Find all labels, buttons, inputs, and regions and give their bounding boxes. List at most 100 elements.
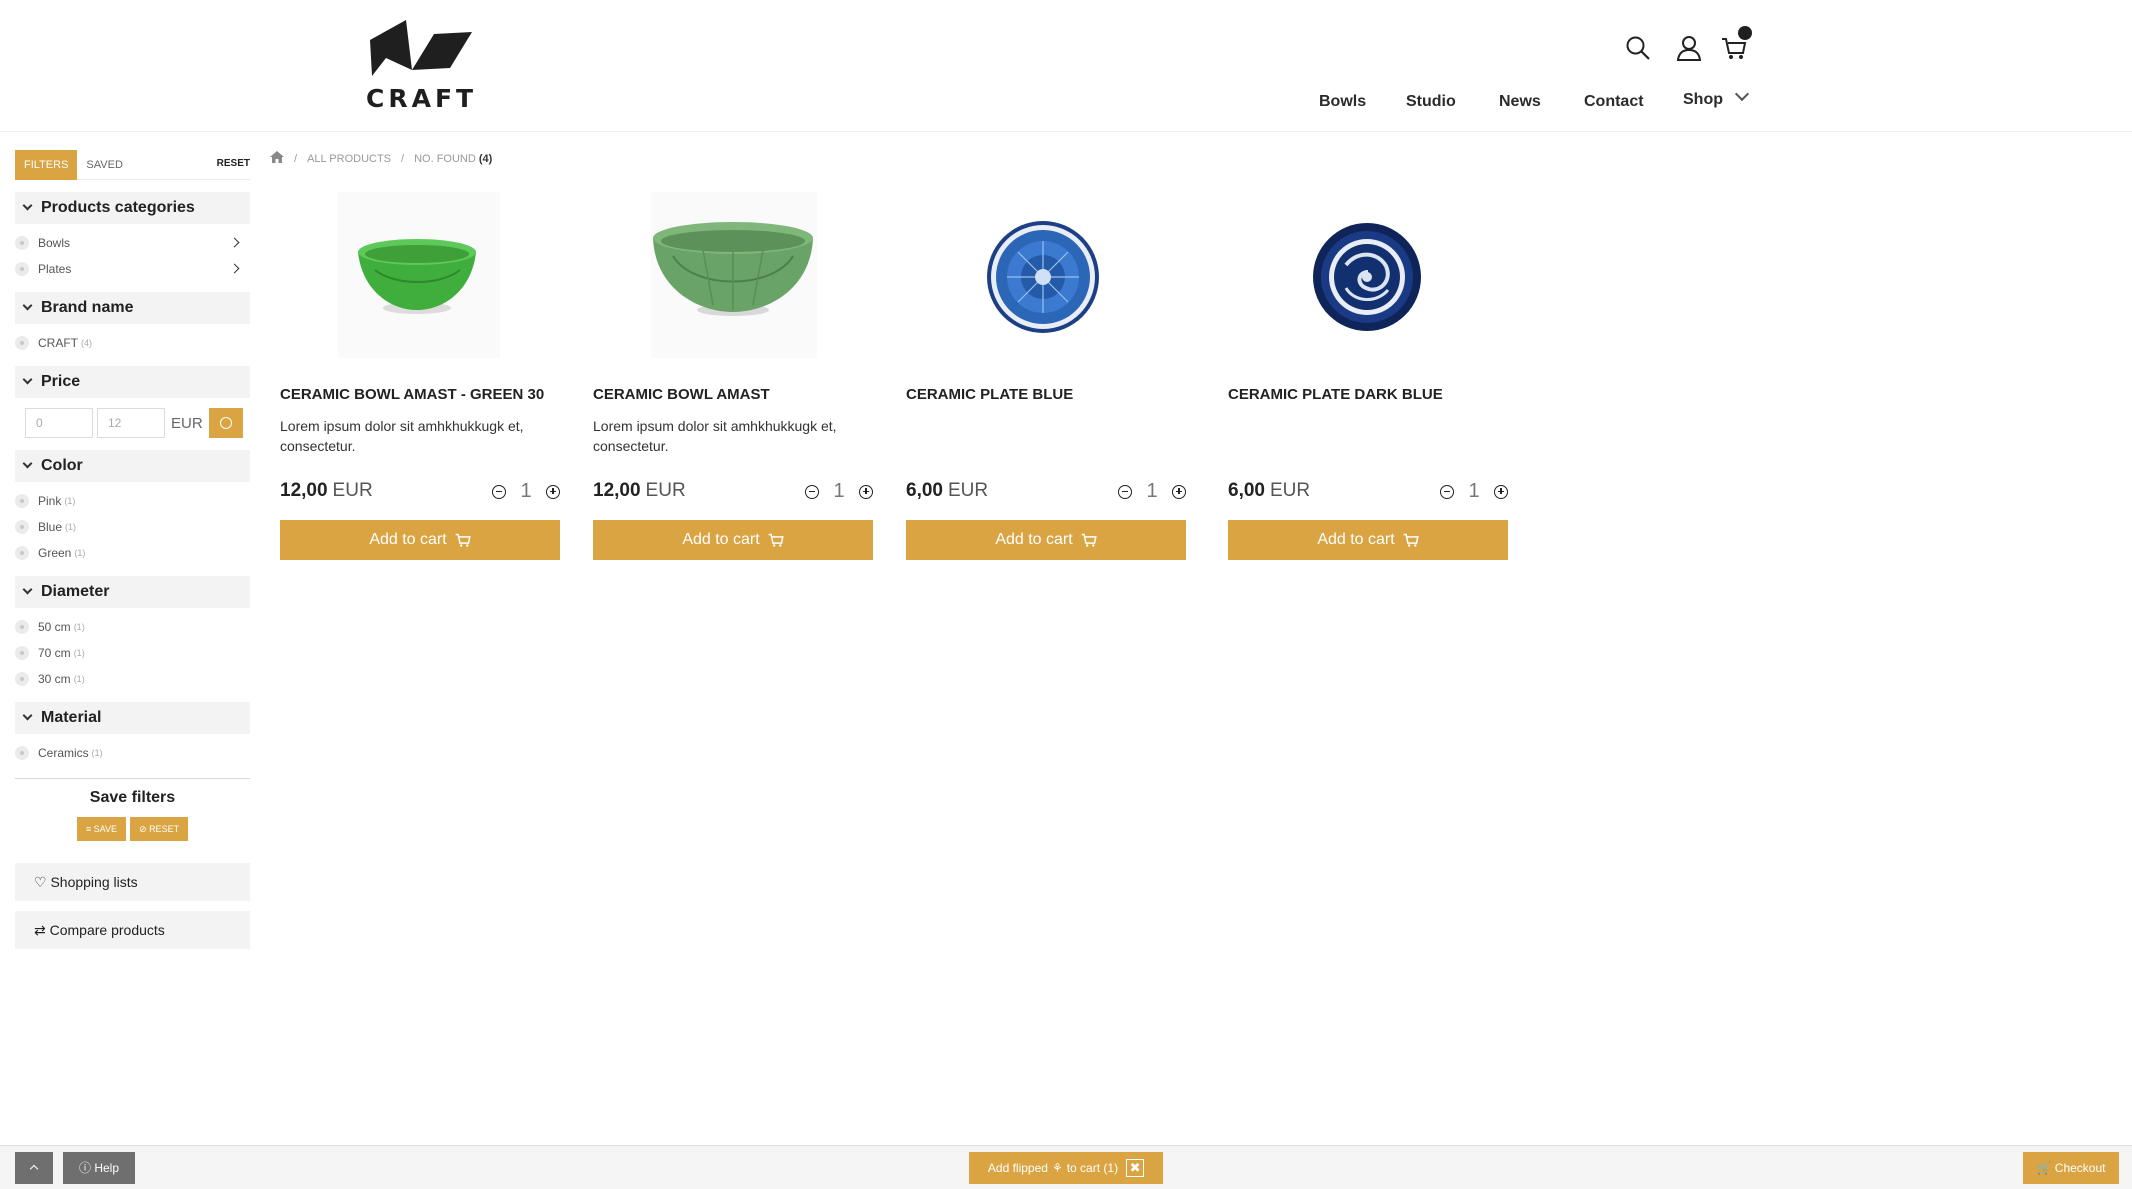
minus-icon[interactable]	[1118, 484, 1132, 499]
category-option-bowls[interactable]: Bowls	[15, 230, 250, 256]
radio-icon	[15, 262, 29, 276]
compare-products-link[interactable]: ⇄ Compare products	[15, 911, 250, 949]
shopping-lists-link[interactable]: ♡ Shopping lists	[15, 863, 250, 901]
craft-logo[interactable]: CRAFT	[366, 18, 473, 114]
help-button[interactable]: ⓘ Help	[63, 1152, 135, 1184]
green-bowl-large-image	[651, 192, 817, 358]
product-name[interactable]: CERAMIC PLATE BLUE	[906, 386, 1186, 406]
plus-icon[interactable]	[546, 484, 560, 499]
product-image[interactable]	[280, 190, 560, 360]
filter-section-brand[interactable]: Brand name	[15, 292, 250, 324]
nav-contact[interactable]: Contact	[1584, 93, 1644, 111]
nav-bowls[interactable]: Bowls	[1319, 93, 1366, 111]
quantity-stepper: 1	[1440, 480, 1508, 503]
price-currency: EUR	[171, 414, 203, 432]
reset-saved-filters-button[interactable]: ⊘ RESET	[130, 817, 189, 841]
quantity-value[interactable]: 1	[833, 480, 845, 503]
product-description: Lorem ipsum dolor sit amhkhukkugk et, co…	[593, 418, 837, 454]
product-price: 12,00	[280, 480, 328, 501]
plus-icon[interactable]	[1494, 484, 1508, 499]
product-currency: EUR	[947, 480, 989, 501]
color-option-green[interactable]: Green (1)	[15, 540, 250, 566]
nav-shop[interactable]: Shop	[1683, 86, 1750, 109]
product-price: 12,00	[593, 480, 641, 501]
found-count: (4)	[478, 152, 493, 165]
scroll-top-button[interactable]	[15, 1152, 53, 1184]
minus-icon[interactable]	[492, 484, 506, 499]
minus-icon[interactable]	[805, 484, 819, 499]
quantity-value[interactable]: 1	[1468, 480, 1480, 503]
radio-icon	[15, 520, 29, 534]
option-count: (4)	[81, 338, 92, 348]
brand-option-craft[interactable]: CRAFT (4)	[15, 330, 250, 356]
chevron-right-icon[interactable]	[229, 263, 240, 274]
section-title-text: Products categories	[41, 199, 195, 216]
product-image[interactable]	[906, 190, 1186, 360]
checkout-button[interactable]: 🛒 Checkout	[2023, 1152, 2119, 1184]
radio-icon	[15, 672, 29, 686]
chevron-down-icon	[22, 710, 33, 721]
product-name[interactable]: CERAMIC BOWL AMAST - GREEN 30	[280, 386, 560, 406]
add-to-cart-button[interactable]: Add to cart	[593, 520, 873, 560]
product-image[interactable]	[1228, 190, 1508, 360]
minus-icon[interactable]	[1440, 484, 1454, 499]
breadcrumb-all-products[interactable]: ALL PRODUCTS	[307, 153, 391, 165]
radio-icon	[15, 746, 29, 760]
product-name[interactable]: CERAMIC PLATE DARK BLUE	[1228, 386, 1508, 406]
option-label: Green	[38, 546, 72, 560]
tab-saved[interactable]: SAVED	[77, 150, 131, 180]
price-min-input[interactable]: 0	[25, 408, 93, 438]
quantity-value[interactable]: 1	[1146, 480, 1158, 503]
filter-section-categories[interactable]: Products categories	[15, 192, 250, 224]
nav-studio[interactable]: Studio	[1406, 93, 1456, 111]
add-to-cart-button[interactable]: Add to cart	[1228, 520, 1508, 560]
filter-section-price[interactable]: Price	[15, 366, 250, 398]
user-icon[interactable]	[1665, 28, 1713, 68]
breadcrumb-separator: /	[401, 152, 405, 165]
reset-label: RESET	[149, 824, 180, 834]
plus-icon[interactable]	[1172, 484, 1186, 499]
shuffle-icon: ⇄	[34, 922, 50, 938]
quantity-stepper: 1	[805, 480, 873, 503]
plus-icon[interactable]	[859, 484, 873, 499]
product-name[interactable]: CERAMIC BOWL AMAST	[593, 386, 873, 406]
save-filters-button[interactable]: ≡ SAVE	[76, 817, 127, 841]
price-apply-button[interactable]	[208, 408, 243, 438]
chevron-right-icon[interactable]	[229, 237, 240, 248]
cart-icon[interactable]	[1710, 26, 1758, 68]
home-icon[interactable]	[270, 151, 284, 166]
radio-icon	[15, 236, 29, 250]
cart-icon	[1403, 533, 1419, 547]
flip-icon: ⚘	[1051, 1161, 1063, 1175]
diameter-option-70[interactable]: 70 cm (1)	[15, 640, 250, 666]
filter-section-diameter[interactable]: Diameter	[15, 576, 250, 608]
add-to-cart-button[interactable]: Add to cart	[280, 520, 560, 560]
list-icon: ≡	[85, 824, 94, 834]
close-icon[interactable]: ✖	[1126, 1159, 1145, 1177]
filter-section-material[interactable]: Material	[15, 702, 250, 734]
quantity-value[interactable]: 1	[520, 480, 532, 503]
color-option-pink[interactable]: Pink (1)	[15, 488, 250, 514]
product-image[interactable]	[593, 190, 873, 360]
filter-section-color[interactable]: Color	[15, 450, 250, 482]
add-to-cart-button[interactable]: Add to cart	[906, 520, 1186, 560]
category-option-plates[interactable]: Plates	[15, 256, 250, 282]
color-option-blue[interactable]: Blue (1)	[15, 514, 250, 540]
add-flipped-to-cart-button[interactable]: Add flipped ⚘ to cart (1) ✖	[969, 1152, 1163, 1184]
nav-news[interactable]: News	[1499, 93, 1541, 111]
flipped-post-label: to cart (1)	[1066, 1161, 1119, 1175]
option-label: 50 cm	[38, 620, 71, 634]
cart-badge	[1738, 26, 1752, 40]
tab-filters[interactable]: FILTERS	[15, 149, 78, 180]
blue-plate-image	[987, 221, 1099, 333]
diameter-option-50[interactable]: 50 cm (1)	[15, 614, 250, 640]
material-option-ceramics[interactable]: Ceramics (1)	[15, 740, 250, 766]
option-label: Ceramics	[38, 746, 89, 760]
bottom-toolbar: ⓘ Help Add flipped ⚘ to cart (1) ✖ 🛒 Che…	[0, 1145, 2132, 1189]
product-price: 6,00	[1228, 480, 1265, 501]
option-label: Pink	[38, 494, 62, 508]
search-icon[interactable]	[1614, 28, 1662, 68]
price-max-input[interactable]: 12	[97, 408, 165, 438]
reset-filters-link[interactable]: RESET	[217, 158, 250, 169]
diameter-option-30[interactable]: 30 cm (1)	[15, 666, 250, 692]
